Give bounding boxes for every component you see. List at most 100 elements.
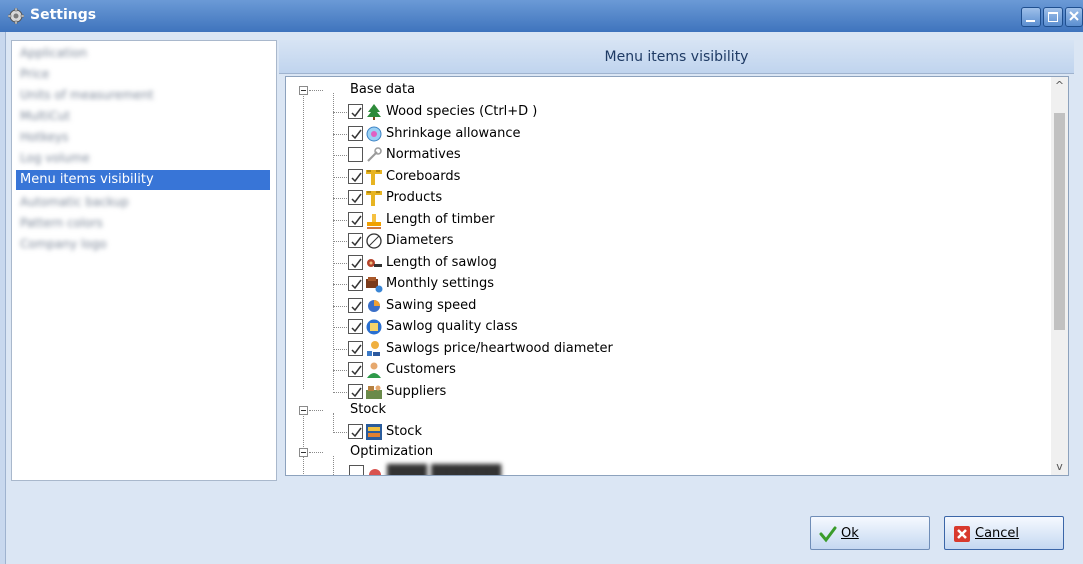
visibility-checkbox[interactable] bbox=[348, 211, 363, 227]
tree-guide bbox=[333, 348, 347, 350]
sidebar-item-units[interactable]: Units of measurement bbox=[16, 85, 270, 105]
tree-guide bbox=[309, 452, 323, 453]
sawlog-icon bbox=[367, 258, 382, 267]
tree-guide bbox=[333, 133, 347, 135]
visibility-checkbox[interactable] bbox=[348, 254, 363, 270]
tree-item-label: Diameters bbox=[386, 233, 454, 248]
visibility-checkbox[interactable] bbox=[348, 424, 363, 439]
tree-item[interactable]: Coreboards bbox=[348, 167, 668, 188]
tree-guide bbox=[309, 90, 323, 91]
tree-guide bbox=[333, 219, 347, 221]
tree-group-base-data[interactable]: Base data bbox=[350, 82, 415, 98]
sidebar-item-pattern-colors[interactable]: Pattern colors bbox=[16, 213, 270, 233]
visibility-checkbox[interactable] bbox=[348, 297, 363, 313]
tree-icon bbox=[367, 104, 381, 120]
tree-item[interactable]: Customers bbox=[348, 360, 668, 381]
tree-guide bbox=[333, 456, 334, 475]
optimization-icon bbox=[369, 469, 381, 475]
tree-guide bbox=[333, 155, 347, 156]
tree-item[interactable]: Normatives bbox=[348, 145, 668, 166]
cancel-icon bbox=[954, 526, 970, 542]
sidebar-item-log-volume[interactable]: Log volume bbox=[16, 148, 270, 168]
tree-item[interactable]: Products bbox=[348, 188, 668, 209]
tree-guide bbox=[333, 432, 347, 433]
checkmark-icon bbox=[351, 322, 362, 333]
visibility-checkbox[interactable] bbox=[348, 104, 363, 119]
tree-guide bbox=[333, 284, 347, 285]
visibility-checkbox[interactable] bbox=[348, 276, 363, 291]
tree-item-label: Products bbox=[386, 190, 443, 205]
tree-item[interactable]: Monthly settings bbox=[348, 274, 668, 295]
sidebar-item-application[interactable]: Application bbox=[16, 43, 270, 63]
settings-content-panel: Menu items visibility Base data Wood spe… bbox=[279, 40, 1074, 479]
sidebar-item-menu-visibility[interactable]: Menu items visibility bbox=[16, 170, 270, 190]
settings-category-list[interactable]: Application Price Units of measurement M… bbox=[11, 40, 277, 481]
collapse-toggle[interactable] bbox=[299, 86, 308, 95]
visibility-checkbox[interactable] bbox=[348, 147, 363, 162]
tree-item[interactable]: Length of sawlog bbox=[348, 253, 668, 274]
tree-item[interactable]: Suppliers bbox=[348, 382, 668, 403]
tree-item[interactable]: Sawlog quality class bbox=[348, 317, 668, 338]
tree-item[interactable]: Diameters bbox=[348, 231, 668, 252]
visibility-checkbox[interactable] bbox=[348, 125, 363, 141]
tools-icon bbox=[367, 147, 382, 162]
tree-item-partial[interactable]: ████ ███████ bbox=[349, 463, 509, 475]
checkmark-icon bbox=[351, 129, 362, 139]
tree-item[interactable]: Sawlogs price/heartwood diameter bbox=[348, 339, 668, 360]
ruler-icon bbox=[366, 191, 382, 206]
cancel-button[interactable]: Cancel bbox=[944, 516, 1064, 550]
minimize-button[interactable] bbox=[1021, 7, 1041, 27]
tree-group-stock[interactable]: Stock bbox=[350, 402, 386, 418]
collapse-toggle[interactable] bbox=[299, 406, 308, 415]
sidebar-item-multicut[interactable]: MultiCut bbox=[16, 106, 270, 126]
checkmark-icon bbox=[351, 387, 362, 397]
sidebar-item-backup[interactable]: Automatic backup bbox=[16, 192, 270, 212]
tree-item[interactable]: Sawing speed bbox=[348, 296, 668, 317]
menu-visibility-tree[interactable]: Base data Wood species (Ctrl+D ) Shrinkag… bbox=[285, 76, 1069, 476]
title-bar: Settings bbox=[0, 0, 1083, 32]
stock-icon bbox=[366, 424, 382, 440]
gear-icon bbox=[8, 8, 24, 24]
ruler-icon bbox=[366, 169, 382, 185]
scroll-up-button[interactable]: ^ bbox=[1051, 77, 1068, 94]
tree-item-label: Sawlog quality class bbox=[386, 319, 518, 334]
visibility-checkbox[interactable] bbox=[348, 362, 363, 377]
checkmark-icon bbox=[351, 279, 362, 290]
vertical-scrollbar[interactable]: ^ v bbox=[1051, 77, 1068, 475]
sidebar-item-company-logo[interactable]: Company logo bbox=[16, 234, 270, 254]
tree-group-optimization[interactable]: Optimization bbox=[350, 444, 433, 460]
tree-item-label: Normatives bbox=[386, 147, 461, 162]
ok-button[interactable]: Ok bbox=[810, 516, 930, 550]
tree-item[interactable]: Wood species (Ctrl+D ) bbox=[348, 102, 668, 123]
tree-item[interactable]: Length of timber bbox=[348, 210, 668, 231]
close-button[interactable] bbox=[1065, 7, 1083, 27]
page-title: Menu items visibility bbox=[279, 40, 1074, 74]
collapse-toggle[interactable] bbox=[299, 448, 308, 457]
tree-item-label: Length of timber bbox=[386, 211, 495, 227]
price-icon bbox=[367, 340, 380, 356]
tree-item-label: Monthly settings bbox=[386, 276, 495, 291]
tree-item[interactable]: Shrinkage allowance bbox=[348, 124, 668, 145]
supplier-icon bbox=[366, 385, 382, 399]
scroll-down-button[interactable]: v bbox=[1051, 458, 1068, 475]
visibility-checkbox[interactable] bbox=[348, 190, 363, 205]
tree-guide bbox=[333, 391, 347, 393]
maximize-button[interactable] bbox=[1043, 7, 1063, 27]
checkmark-icon bbox=[351, 427, 362, 438]
tree-guide bbox=[333, 262, 347, 264]
sidebar-item-hotkeys[interactable]: Hotkeys bbox=[16, 127, 270, 147]
tree-item-label: Sawlogs price/heartwood diameter bbox=[386, 340, 613, 356]
tree-guide bbox=[333, 305, 347, 307]
visibility-checkbox[interactable] bbox=[348, 319, 363, 334]
sidebar-item-price[interactable]: Price bbox=[16, 64, 270, 84]
checkbox[interactable] bbox=[349, 465, 364, 475]
scrollbar-thumb[interactable] bbox=[1054, 113, 1065, 330]
visibility-checkbox[interactable] bbox=[348, 383, 363, 399]
visibility-checkbox[interactable] bbox=[348, 233, 363, 248]
visibility-checkbox[interactable] bbox=[348, 168, 363, 184]
visibility-checkbox[interactable] bbox=[348, 340, 363, 356]
tree-item[interactable]: Stock bbox=[348, 422, 668, 443]
shrinkage-icon bbox=[366, 126, 382, 141]
tree-item-label: Suppliers bbox=[386, 383, 447, 399]
tree-item-label: Length of sawlog bbox=[386, 254, 497, 270]
